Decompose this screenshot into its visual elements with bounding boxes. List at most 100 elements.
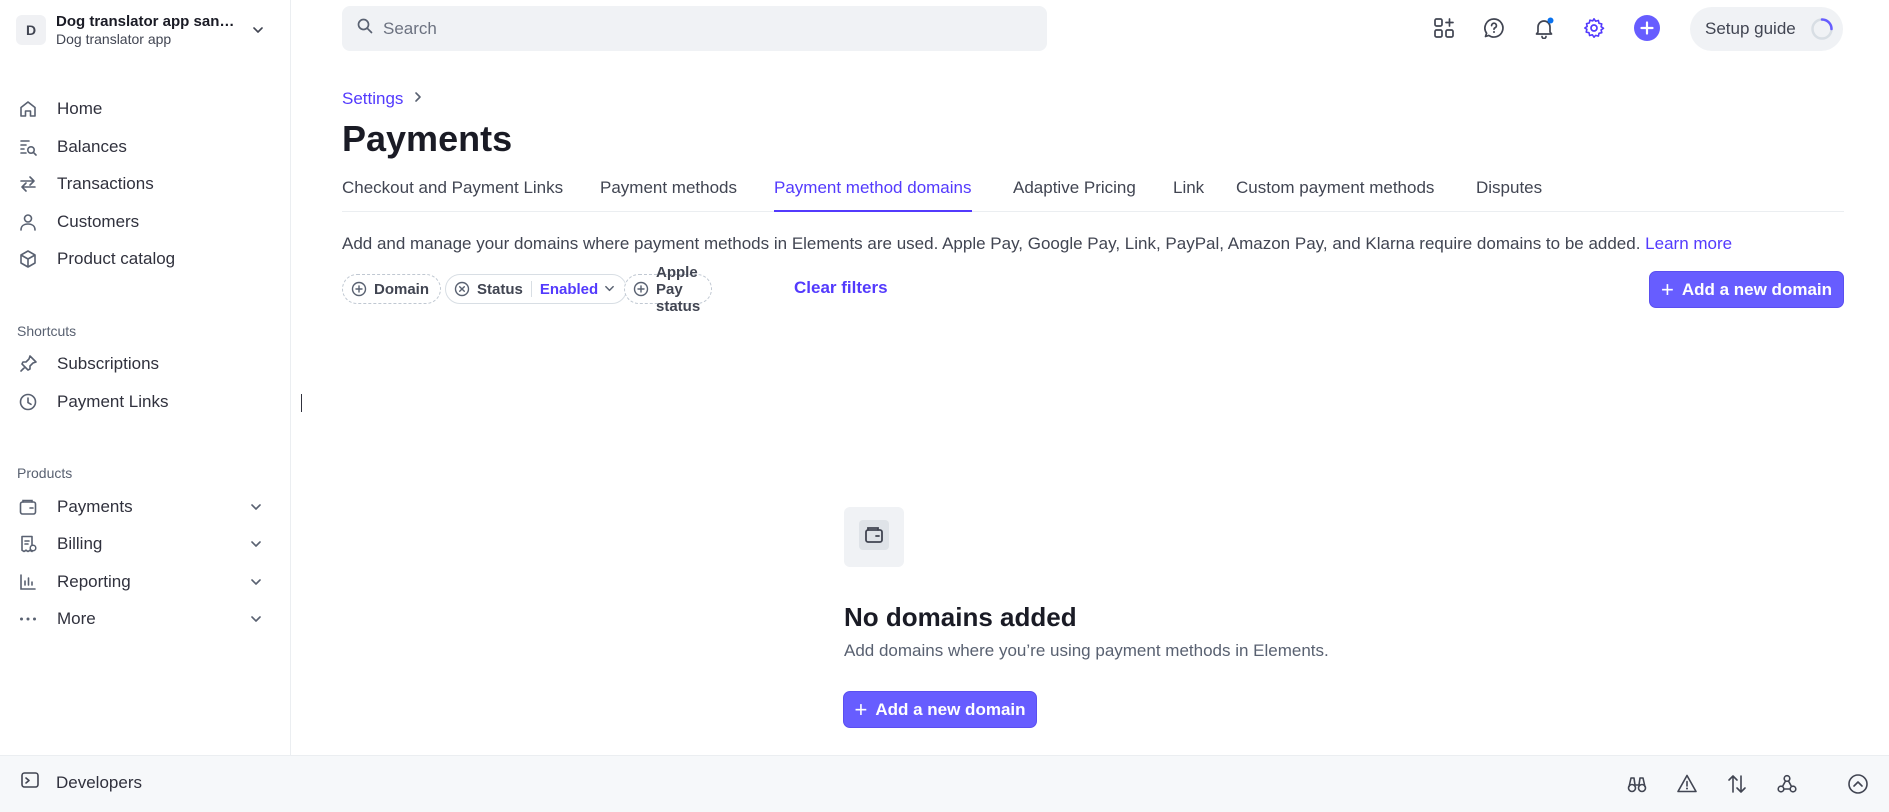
sidebar-item-label: Balances: [57, 137, 127, 156]
description-text: Add and manage your domains where paymen…: [342, 234, 1646, 253]
account-switcher[interactable]: D Dog translator app sand... Dog transla…: [16, 10, 276, 50]
pin-icon: [16, 352, 40, 376]
breadcrumb-settings-link[interactable]: Settings: [342, 89, 403, 109]
empty-state-icon-wrapper: [844, 507, 904, 567]
developers-bar: Developers: [0, 755, 1889, 812]
filter-status[interactable]: Status Enabled: [445, 274, 628, 304]
notifications-bell-icon[interactable]: [1530, 14, 1558, 42]
customers-icon: [16, 210, 40, 234]
payments-icon: [16, 495, 40, 519]
sidebar-item-reporting[interactable]: Reporting: [16, 565, 266, 599]
chevron-up-circle-icon[interactable]: [1843, 769, 1873, 799]
tab-disputes[interactable]: Disputes: [1476, 178, 1542, 212]
chevron-down-icon: [604, 281, 615, 298]
progress-ring-icon: [1810, 17, 1834, 41]
sidebar-item-label: Payments: [57, 497, 133, 516]
setup-guide-label: Setup guide: [1705, 19, 1796, 38]
help-icon[interactable]: [1480, 14, 1508, 42]
tab-payment-method-domains[interactable]: Payment method domains: [774, 178, 972, 212]
apps-icon[interactable]: [1430, 14, 1458, 42]
tab-custom-payment-methods[interactable]: Custom payment methods: [1236, 178, 1434, 212]
sidebar-item-label: Customers: [57, 212, 140, 231]
page-description: Add and manage your domains where paymen…: [342, 234, 1732, 254]
chip-divider: [530, 281, 532, 297]
tab-link[interactable]: Link: [1173, 178, 1204, 212]
sidebar-item-label: Reporting: [57, 572, 131, 591]
clock-icon: [16, 390, 40, 414]
chevron-down-icon: [246, 572, 266, 592]
empty-state-button-label: Add a new domain: [875, 699, 1026, 719]
add-circle-icon: [633, 281, 649, 297]
sidebar-item-payment-links[interactable]: Payment Links: [16, 385, 266, 419]
chevron-right-icon: [413, 90, 423, 108]
more-icon: [16, 607, 40, 631]
sidebar-item-customers[interactable]: Customers: [16, 205, 266, 239]
binoculars-icon[interactable]: [1622, 769, 1652, 799]
sidebar-item-label: Billing: [57, 534, 103, 553]
balances-icon: [16, 135, 40, 159]
empty-state-title: No domains added: [844, 602, 1077, 632]
chevron-down-icon: [246, 534, 266, 554]
filter-apple-pay-status[interactable]: Apple Pay status: [624, 264, 713, 315]
sidebar-item-transactions[interactable]: Transactions: [16, 167, 266, 201]
products-label: Products: [17, 465, 73, 481]
developers-toggle[interactable]: Developers: [20, 770, 142, 795]
wallet-icon: [859, 519, 889, 555]
account-subtitle: Dog translator app: [56, 31, 172, 47]
empty-state-add-domain-button[interactable]: + Add a new domain: [843, 691, 1037, 728]
shortcuts-label: Shortcuts: [17, 323, 77, 339]
add-domain-button-label: Add a new domain: [1681, 279, 1833, 299]
remove-circle-icon[interactable]: [454, 281, 470, 297]
product-catalog-icon: [16, 247, 40, 271]
create-plus-icon[interactable]: [1633, 14, 1661, 42]
tab-checkout-and-payment-links[interactable]: Checkout and Payment Links: [342, 178, 563, 212]
sidebar-item-label: Product catalog: [57, 249, 176, 268]
plus-icon: +: [854, 696, 868, 722]
empty-state-subtitle: Add domains where you’re using payment m…: [844, 641, 1329, 660]
tab-bar: Checkout and Payment Links Payment metho…: [342, 170, 1844, 212]
clear-filters-link[interactable]: Clear filters: [794, 278, 888, 298]
account-name: Dog translator app sand...: [56, 13, 236, 30]
billing-icon: [16, 532, 40, 556]
sidebar: D Dog translator app sand... Dog transla…: [0, 0, 291, 755]
sidebar-item-more[interactable]: More: [16, 602, 266, 636]
account-avatar: D: [16, 15, 46, 45]
learn-more-link[interactable]: Learn more: [1645, 234, 1732, 253]
home-icon: [16, 97, 40, 121]
sidebar-item-subscriptions[interactable]: Subscriptions: [16, 347, 266, 381]
setup-guide-button[interactable]: Setup guide: [1690, 7, 1843, 51]
sort-arrows-icon[interactable]: [1722, 769, 1752, 799]
add-domain-button[interactable]: + Add a new domain: [1649, 271, 1844, 308]
filter-status-label: Status: [477, 280, 523, 298]
sidebar-item-home[interactable]: Home: [16, 92, 266, 126]
sidebar-item-label: Payment Links: [57, 392, 169, 411]
terminal-icon: [20, 770, 40, 795]
filter-domain-label: Domain: [374, 280, 430, 298]
filter-domain[interactable]: Domain: [342, 274, 442, 304]
settings-gear-icon[interactable]: [1580, 14, 1608, 42]
sidebar-item-label: Transactions: [57, 174, 154, 193]
tab-payment-methods[interactable]: Payment methods: [600, 178, 737, 212]
reporting-icon: [16, 570, 40, 594]
webhooks-icon[interactable]: [1772, 769, 1802, 799]
sidebar-item-label: More: [57, 609, 96, 628]
filter-apple-pay-status-label: Apple Pay status: [656, 263, 701, 315]
add-circle-icon: [351, 281, 367, 297]
filter-status-value: Enabled: [539, 280, 599, 298]
breadcrumb: Settings: [342, 89, 423, 109]
developers-label: Developers: [56, 772, 142, 792]
account-text: Dog translator app sand... Dog translato…: [56, 13, 248, 47]
plus-icon: +: [1660, 276, 1674, 302]
sidebar-item-balances[interactable]: Balances: [16, 130, 266, 164]
chevron-down-icon: [246, 497, 266, 517]
tab-adaptive-pricing[interactable]: Adaptive Pricing: [1013, 178, 1136, 212]
warning-icon[interactable]: [1672, 769, 1702, 799]
search-icon: [357, 18, 373, 39]
search-bar[interactable]: [342, 6, 1047, 51]
sidebar-item-payments[interactable]: Payments: [16, 490, 266, 524]
search-input[interactable]: [383, 18, 1023, 39]
sidebar-item-product-catalog[interactable]: Product catalog: [16, 242, 266, 276]
sidebar-item-billing[interactable]: Billing: [16, 527, 266, 561]
transactions-icon: [16, 172, 40, 196]
text-cursor: [301, 394, 302, 412]
